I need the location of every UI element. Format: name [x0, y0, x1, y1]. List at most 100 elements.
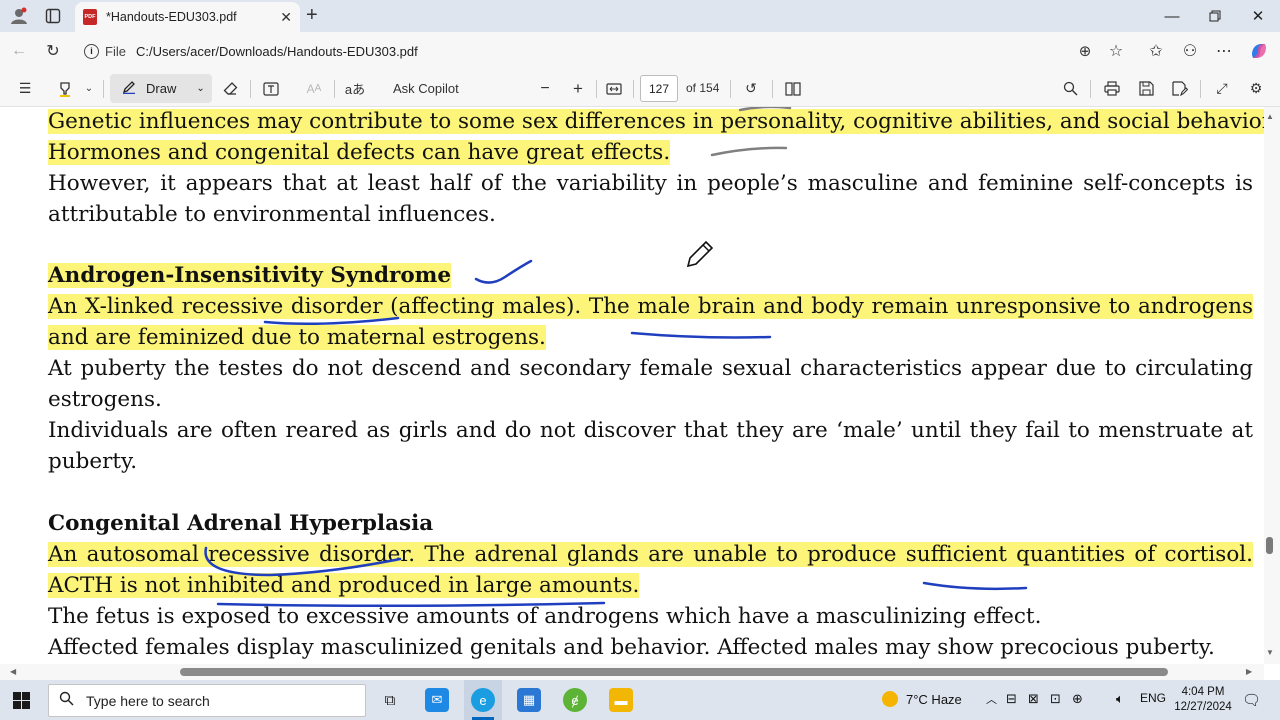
doc-line: ACTH is not inhibited and produced in la… — [48, 571, 1253, 601]
page-view-icon[interactable] — [782, 78, 804, 99]
tray-app-icon[interactable]: ⊡ — [1050, 691, 1061, 707]
toolbar-divider — [1090, 80, 1091, 98]
tray-app-icon[interactable]: ⊠ — [1028, 691, 1039, 707]
read-aloud-icon[interactable]: aあ — [344, 78, 366, 99]
draw-dropdown-chevron-icon[interactable]: ⌄ — [196, 83, 204, 94]
eraser-icon[interactable] — [219, 78, 241, 99]
edge-browser-icon[interactable]: e — [471, 688, 495, 712]
favorite-star-icon[interactable]: ☆ — [1105, 40, 1127, 62]
store-icon[interactable]: ▦ — [517, 688, 541, 712]
vertical-scrollbar[interactable] — [1264, 107, 1280, 664]
print-icon[interactable] — [1101, 78, 1123, 99]
pdf-toolbar: ☰ ⌄ Draw ⌄ AA aあ Ask Copilot − + 127 of … — [0, 70, 1280, 107]
network-icon[interactable]: ⊕ — [1072, 691, 1083, 707]
notifications-icon[interactable]: 🗨︎ — [1242, 691, 1261, 709]
section-heading: Androgen-Insensitivity Syndrome — [48, 261, 1253, 291]
highlight-tool-icon[interactable] — [54, 78, 76, 99]
weather-widget[interactable]: 7°C Haze — [882, 691, 962, 707]
taskbar-search-input[interactable]: Type here to search — [48, 684, 366, 717]
doc-line: However, it appears that at least half o… — [48, 171, 1253, 196]
doc-line: Genetic influences may contribute to som… — [48, 107, 1264, 137]
close-window-icon[interactable]: ✕ — [1236, 4, 1280, 28]
tab-actions-icon[interactable] — [42, 5, 64, 27]
doc-line: and are feminized due to maternal estrog… — [48, 323, 1253, 353]
doc-line: Hormones and congenital defects can have… — [48, 138, 1253, 168]
minimize-icon[interactable]: — — [1150, 4, 1194, 28]
doc-line: estrogens. — [48, 387, 162, 412]
zoom-out-icon[interactable]: − — [535, 78, 555, 99]
browser-tab-strip: PDF *Handouts-EDU303.pdf ✕ + — ✕ — [0, 0, 1280, 32]
page-total-label: of 154 — [686, 81, 720, 95]
mail-icon[interactable]: ✉ — [425, 688, 449, 712]
toolbar-divider — [730, 80, 731, 98]
language-indicator[interactable]: ENG — [1140, 691, 1166, 705]
save-icon[interactable] — [1135, 78, 1157, 99]
tab-title: *Handouts-EDU303.pdf — [106, 10, 237, 24]
new-tab-icon[interactable]: + — [306, 4, 318, 27]
url-field[interactable]: i File C:/Users/acer/Downloads/Handouts-… — [76, 37, 1136, 65]
copilot-icon[interactable] — [1248, 40, 1270, 62]
contents-icon[interactable]: ☰ — [14, 78, 36, 99]
app-green-icon[interactable]: ɇ — [563, 688, 587, 712]
refresh-icon[interactable]: ↻ — [42, 40, 64, 62]
file-explorer-icon[interactable]: ▬ — [609, 688, 633, 712]
toolbar-divider — [596, 80, 597, 98]
clock-time: 4:04 PM — [1181, 686, 1225, 698]
highlighted-text: ACTH is not inhibited and produced in la… — [48, 573, 640, 598]
clock-date: 12/27/2024 — [1174, 701, 1232, 713]
scroll-right-arrow-icon[interactable]: ▶ — [1246, 667, 1252, 676]
search-placeholder: Type here to search — [86, 692, 210, 709]
pdf-file-icon: PDF — [83, 9, 97, 25]
settings-gear-icon[interactable]: ⚙ — [1245, 78, 1267, 99]
highlighted-text: An autosomal recessive disorder. The adr… — [48, 542, 1253, 567]
favorites-icon[interactable]: ✩ — [1145, 40, 1167, 62]
highlighted-text: Androgen-Insensitivity Syndrome — [48, 263, 452, 288]
profile-icon[interactable] — [8, 5, 30, 27]
doc-line: attributable to environmental influences… — [48, 202, 496, 227]
pdf-page-viewport[interactable]: Genetic influences may contribute to som… — [0, 107, 1264, 664]
weather-text: 7°C Haze — [906, 691, 962, 707]
restore-icon[interactable] — [1193, 4, 1237, 28]
info-icon[interactable]: i — [84, 43, 99, 59]
toolbar-divider — [633, 80, 634, 98]
toolbar-divider — [1200, 80, 1201, 98]
volume-icon[interactable]: 🔈︎ — [1116, 691, 1124, 707]
doc-line: Affected females display masculinized ge… — [48, 635, 1215, 660]
vertical-scroll-thumb[interactable] — [1266, 537, 1273, 554]
url-text[interactable]: C:/Users/acer/Downloads/Handouts-EDU303.… — [136, 44, 418, 59]
task-view-icon[interactable]: ⧉ — [378, 688, 402, 712]
tray-overflow-chevron-icon[interactable]: ︿ — [986, 691, 997, 707]
find-icon[interactable] — [1059, 78, 1081, 99]
taskbar-clock[interactable]: 4:04 PM 12/27/2024 — [1168, 685, 1238, 715]
page-number-input[interactable]: 127 — [640, 75, 678, 102]
extensions-icon[interactable]: ⚇ — [1179, 40, 1201, 62]
save-as-icon[interactable] — [1169, 78, 1191, 99]
browser-tab[interactable]: PDF *Handouts-EDU303.pdf ✕ — [75, 2, 300, 32]
add-text-icon[interactable] — [260, 78, 282, 99]
tray-app-icon[interactable]: ⊟ — [1006, 691, 1017, 707]
scroll-down-arrow-icon[interactable]: ▼ — [1266, 648, 1274, 657]
search-icon — [59, 691, 74, 710]
scroll-up-arrow-icon[interactable]: ▲ — [1266, 112, 1274, 121]
windows-start-icon[interactable] — [13, 692, 30, 709]
close-tab-icon[interactable]: ✕ — [280, 9, 292, 26]
back-icon[interactable]: ← — [8, 40, 30, 62]
doc-line: An X-linked recessive disorder (affectin… — [48, 292, 1253, 322]
ask-copilot-button[interactable]: Ask Copilot — [393, 78, 459, 99]
horizontal-scroll-thumb[interactable] — [180, 668, 1168, 676]
text-format-icon: AA — [306, 81, 322, 96]
draw-button[interactable]: Draw ⌄ — [110, 74, 212, 103]
address-bar: ← ↻ i File C:/Users/acer/Downloads/Hando… — [0, 32, 1280, 70]
more-menu-icon[interactable]: ⋯ — [1213, 40, 1235, 62]
highlighted-text: Hormones and congenital defects can have… — [48, 140, 671, 165]
zoom-icon[interactable]: ⊕ — [1074, 40, 1096, 62]
file-scheme-label: File — [105, 43, 126, 59]
doc-line: The fetus is exposed to excessive amount… — [48, 604, 1042, 629]
fit-width-icon[interactable] — [603, 78, 625, 99]
rotate-icon[interactable]: ↺ — [740, 78, 762, 99]
zoom-in-icon[interactable]: + — [568, 78, 588, 99]
scroll-left-arrow-icon[interactable]: ◀ — [10, 667, 16, 676]
highlight-dropdown-chevron-icon[interactable]: ⌄ — [82, 78, 96, 99]
draw-label: Draw — [146, 81, 177, 96]
fullscreen-icon[interactable]: ⤢ — [1211, 78, 1233, 99]
